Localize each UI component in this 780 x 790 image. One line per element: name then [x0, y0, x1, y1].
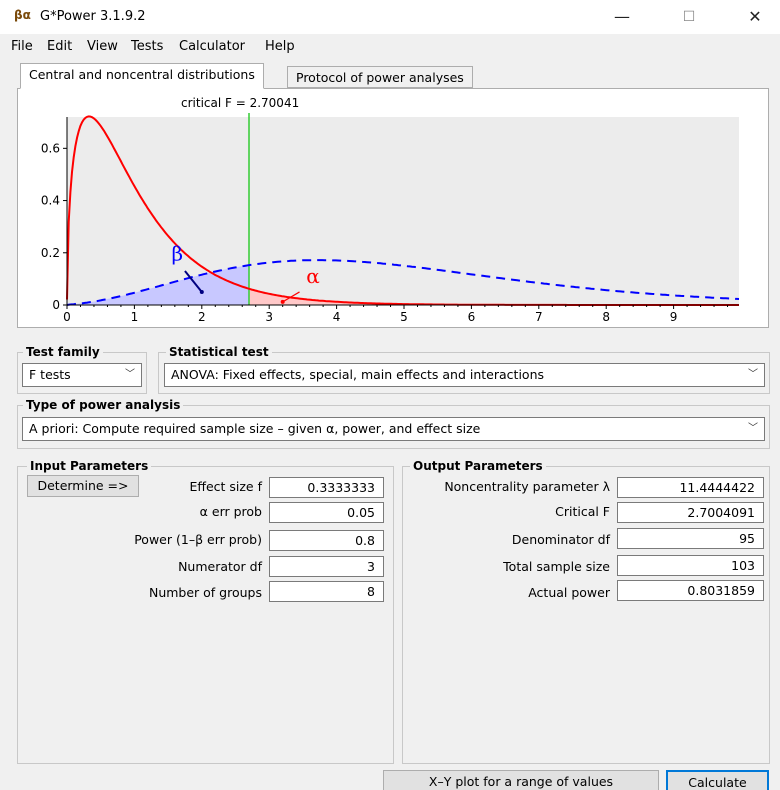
menu-view[interactable]: View: [87, 39, 118, 54]
power-field[interactable]: 0.8: [269, 530, 384, 551]
menu-bar: File Edit View Tests Calculator Help: [0, 36, 780, 58]
chevron-down-icon: ﹀: [748, 369, 758, 380]
title-bar: βα G*Power 3.1.9.2 — ☐ ✕: [0, 0, 780, 34]
x-tick-label: 2: [198, 310, 206, 322]
x-tick-label: 6: [468, 310, 476, 322]
actual-power-value: 0.8031859: [617, 580, 764, 601]
x-tick-label: 5: [400, 310, 408, 322]
determine-button[interactable]: Determine =>: [27, 475, 139, 497]
power-analysis-label: Type of power analysis: [23, 398, 184, 412]
maximize-button[interactable]: ☐: [667, 4, 711, 30]
test-family-value: F tests: [29, 367, 71, 382]
alpha-err-label: α err prob: [199, 504, 262, 519]
effect-size-field[interactable]: 0.3333333: [269, 477, 384, 498]
x-tick-label: 0: [63, 310, 71, 322]
window-title: G*Power 3.1.9.2: [40, 9, 146, 24]
menu-file[interactable]: File: [11, 39, 33, 54]
effect-size-label: Effect size f: [189, 479, 262, 494]
menu-help[interactable]: Help: [265, 39, 295, 54]
statistical-test-select[interactable]: ANOVA: Fixed effects, special, main effe…: [164, 363, 765, 387]
alpha-pointer-dot: [280, 299, 285, 304]
denominator-df-label: Denominator df: [511, 532, 610, 547]
x-tick-label: 7: [535, 310, 543, 322]
numerator-df-label: Numerator df: [178, 559, 262, 574]
input-parameters-label: Input Parameters: [27, 459, 152, 473]
noncentrality-value: 11.4444422: [617, 477, 764, 498]
menu-edit[interactable]: Edit: [47, 39, 72, 54]
app-icon: βα: [14, 8, 31, 22]
y-tick-label: 0.4: [41, 194, 60, 208]
minimize-button[interactable]: —: [600, 4, 644, 30]
alpha-label: α: [306, 264, 320, 288]
x-tick-label: 9: [670, 310, 678, 322]
x-tick-label: 4: [333, 310, 341, 322]
distribution-chart: 0 1 2 3 4 5 6 7 8 9 0 0.2 0.4 0.6 critical F = 2.700…: [41, 96, 740, 322]
chevron-down-icon: ﹀: [748, 423, 758, 434]
plot-background: [67, 117, 739, 305]
statistical-test-label: Statistical test: [166, 345, 272, 359]
critical-f-label: critical F = 2.70041: [181, 96, 299, 110]
x-tick-label: 8: [602, 310, 610, 322]
groups-field[interactable]: 8: [269, 581, 384, 602]
tab-protocol[interactable]: Protocol of power analyses: [287, 66, 473, 88]
x-tick-label: 1: [131, 310, 139, 322]
chevron-down-icon: ﹀: [125, 369, 135, 380]
beta-pointer-dot: [199, 289, 204, 294]
x-tick-label: 3: [265, 310, 273, 322]
y-tick-label: 0.2: [41, 246, 60, 260]
critical-f-output-label: Critical F: [555, 504, 610, 519]
numerator-df-field[interactable]: 3: [269, 556, 384, 577]
x-ticks: 0 1 2 3 4 5 6 7 8 9: [63, 305, 729, 322]
y-ticks: 0 0.2 0.4 0.6: [41, 141, 67, 312]
tab-distributions[interactable]: Central and noncentral distributions: [20, 63, 264, 89]
test-family-select[interactable]: F tests ﹀: [22, 363, 142, 387]
close-button[interactable]: ✕: [733, 4, 777, 30]
power-analysis-select[interactable]: A priori: Compute required sample size –…: [22, 417, 765, 441]
menu-calculator[interactable]: Calculator: [179, 39, 245, 54]
groups-label: Number of groups: [148, 585, 262, 600]
xy-plot-button[interactable]: X–Y plot for a range of values: [383, 770, 659, 790]
menu-tests[interactable]: Tests: [131, 39, 163, 54]
output-parameters-label: Output Parameters: [410, 459, 546, 473]
y-tick-label: 0.6: [41, 141, 60, 155]
statistical-test-value: ANOVA: Fixed effects, special, main effe…: [171, 367, 545, 382]
power-analysis-value: A priori: Compute required sample size –…: [29, 421, 481, 436]
y-tick-label: 0: [52, 298, 60, 312]
critical-f-value: 2.7004091: [617, 502, 764, 523]
noncentrality-label: Noncentrality parameter λ: [444, 479, 610, 494]
total-sample-size-label: Total sample size: [503, 559, 610, 574]
calculate-button[interactable]: Calculate: [666, 770, 769, 790]
test-family-label: Test family: [23, 345, 103, 359]
beta-label: β: [171, 242, 183, 266]
power-label: Power (1–β err prob): [134, 532, 262, 547]
total-sample-size-value: 103: [617, 555, 764, 576]
alpha-err-field[interactable]: 0.05: [269, 502, 384, 523]
denominator-df-value: 95: [617, 528, 764, 549]
actual-power-label: Actual power: [528, 585, 610, 600]
